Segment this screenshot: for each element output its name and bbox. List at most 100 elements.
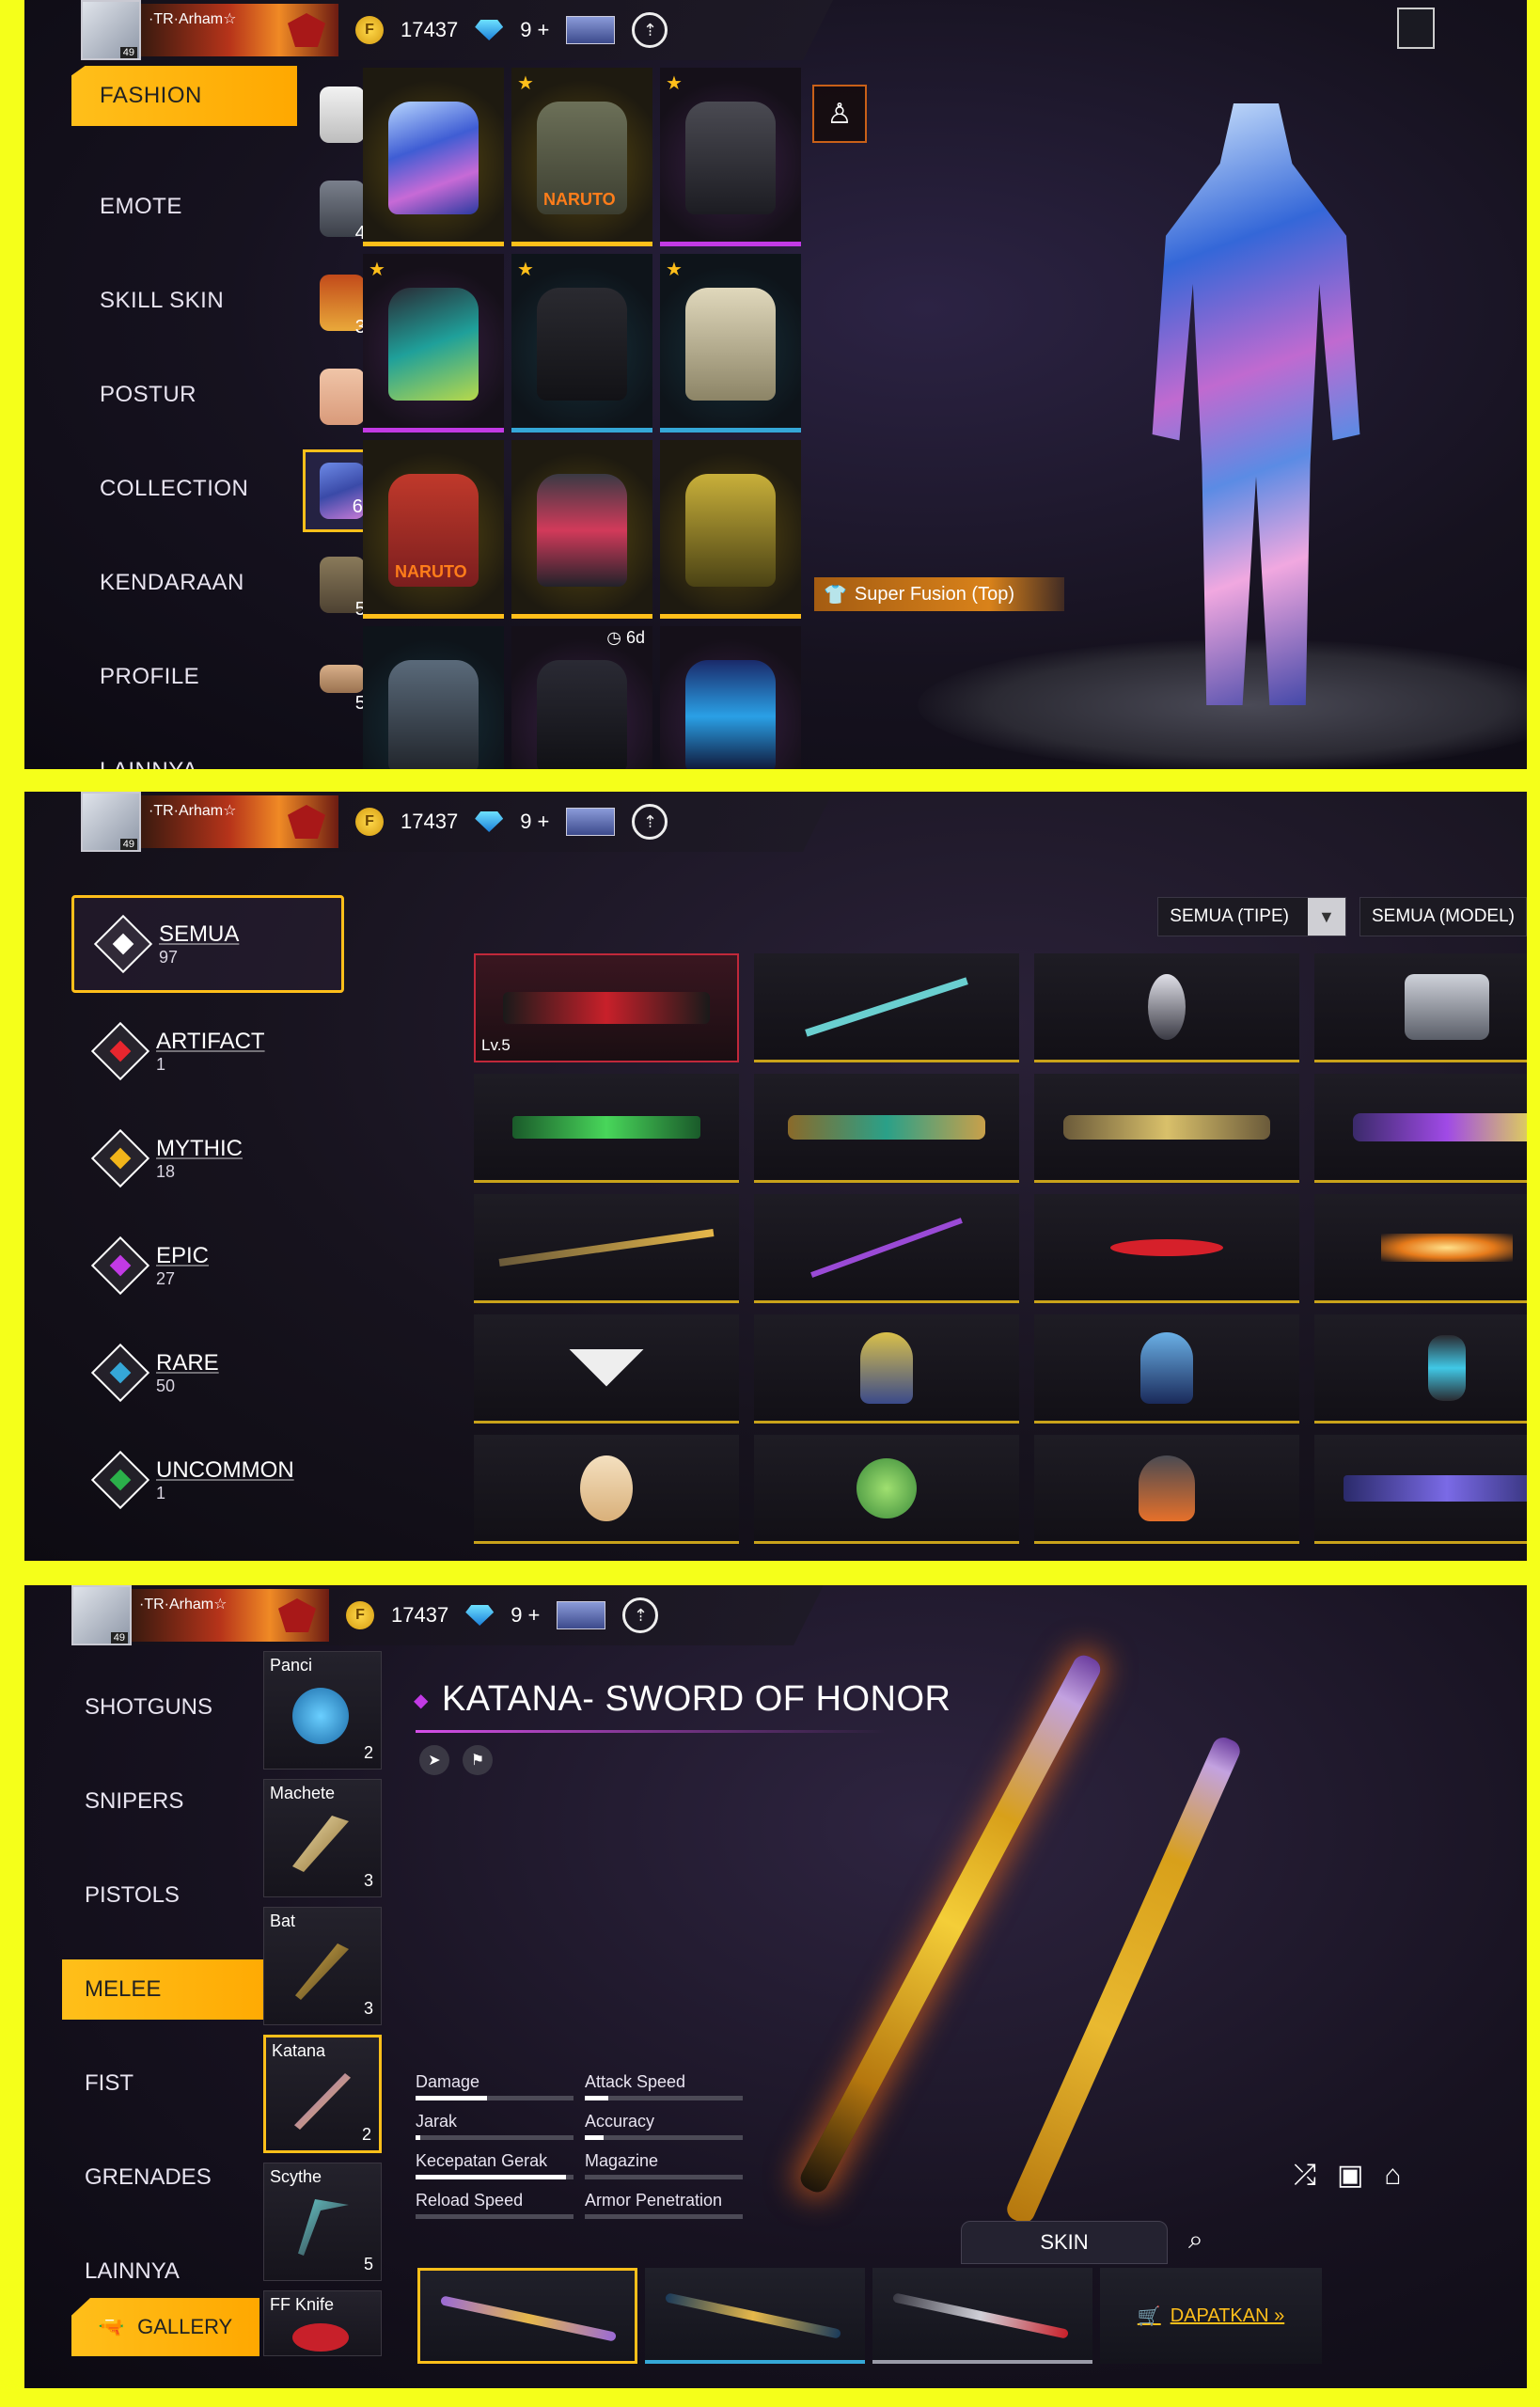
menu-emote[interactable]: EMOTE bbox=[71, 160, 297, 254]
collection-item[interactable] bbox=[1034, 1435, 1299, 1544]
fashion-item[interactable]: NARUTO bbox=[363, 440, 504, 619]
menu-fashion[interactable]: FASHION bbox=[71, 66, 297, 126]
speed-tag-icon[interactable]: ➤ bbox=[419, 1745, 449, 1775]
menu-kendaraan[interactable]: KENDARAAN bbox=[71, 536, 297, 630]
menu-skill-skin[interactable]: SKILL SKIN bbox=[71, 254, 297, 348]
gallery-label: GALLERY bbox=[137, 2315, 233, 2338]
chevron-down-icon: ▼ bbox=[1307, 898, 1345, 936]
fashion-item[interactable] bbox=[660, 440, 801, 619]
skin-option[interactable] bbox=[645, 2268, 865, 2364]
upload-icon[interactable]: ⇡ bbox=[632, 12, 668, 48]
collection-item[interactable] bbox=[474, 1074, 739, 1183]
fashion-item[interactable]: ★ bbox=[660, 68, 801, 246]
collection-item[interactable] bbox=[1034, 1314, 1299, 1424]
menu-postur[interactable]: POSTUR bbox=[71, 348, 297, 442]
diamond-count[interactable]: 9 + bbox=[511, 1603, 540, 1628]
player-banner[interactable]: ·TR·Arham☆ bbox=[141, 4, 338, 56]
collection-item[interactable] bbox=[1314, 953, 1527, 1062]
rarity-epic[interactable]: EPIC 27 bbox=[71, 1217, 344, 1314]
collection-item[interactable] bbox=[474, 1194, 739, 1303]
melee-item-ff-knife[interactable]: FF Knife bbox=[263, 2290, 382, 2356]
model-filter-dropdown[interactable]: SEMUA (MODEL) bbox=[1359, 897, 1527, 936]
collection-item[interactable] bbox=[754, 1194, 1019, 1303]
timer-value: 6d bbox=[625, 628, 645, 647]
collection-item[interactable] bbox=[754, 953, 1019, 1062]
skin-option[interactable] bbox=[872, 2268, 1092, 2364]
avatar[interactable]: 49 bbox=[71, 1585, 132, 1645]
skin-option[interactable] bbox=[417, 2268, 637, 2364]
menu-shotguns[interactable]: SHOTGUNS bbox=[62, 1660, 288, 1754]
melee-item-name: FF Knife bbox=[270, 2295, 335, 2314]
collection-item[interactable] bbox=[1034, 1194, 1299, 1303]
melee-item-machete[interactable]: Machete 3 bbox=[263, 1779, 382, 1897]
toggle-icon[interactable]: ▣ bbox=[1337, 2159, 1363, 2192]
melee-item-katana[interactable]: Katana 2 bbox=[263, 2035, 382, 2153]
upload-icon[interactable]: ⇡ bbox=[622, 1597, 659, 1633]
shuffle-icon[interactable]: ⤮ bbox=[1294, 2160, 1316, 2192]
fashion-item[interactable] bbox=[660, 626, 801, 769]
player-banner[interactable]: ·TR·Arham☆ bbox=[132, 1589, 329, 1642]
collection-item[interactable] bbox=[754, 1074, 1019, 1183]
fashion-item[interactable]: ★ NARUTO bbox=[511, 68, 652, 246]
diamond-count[interactable]: 9 + bbox=[520, 810, 549, 834]
katana-sheath-preview[interactable] bbox=[1003, 1734, 1244, 2226]
collection-item[interactable] bbox=[1034, 953, 1299, 1062]
melee-item-bat[interactable]: Bat 3 bbox=[263, 1907, 382, 2025]
menu-snipers[interactable]: SNIPERS bbox=[62, 1754, 288, 1849]
upload-icon[interactable]: ⇡ bbox=[632, 804, 668, 840]
elite-pass-icon[interactable] bbox=[566, 808, 616, 836]
collection-item[interactable] bbox=[1314, 1194, 1527, 1303]
collection-item[interactable] bbox=[754, 1435, 1019, 1544]
collection-item[interactable] bbox=[1314, 1435, 1527, 1544]
collection-item[interactable] bbox=[1034, 1074, 1299, 1183]
collection-item[interactable] bbox=[474, 1435, 739, 1544]
fashion-item[interactable]: ★ bbox=[511, 254, 652, 433]
melee-item-scythe[interactable]: Scythe 5 bbox=[263, 2163, 382, 2281]
avatar[interactable]: 49 bbox=[81, 0, 141, 60]
get-skin-button[interactable]: 🛒 DAPATKAN » bbox=[1100, 2268, 1322, 2364]
home-icon[interactable]: ⌂ bbox=[1384, 2160, 1401, 2192]
menu-lainnya[interactable]: LAINNYA bbox=[71, 724, 297, 769]
fashion-item[interactable]: ◷ 6d bbox=[511, 626, 652, 769]
elite-pass-icon[interactable] bbox=[566, 16, 616, 44]
mannequin-icon[interactable]: ♙ bbox=[812, 85, 867, 143]
diamond-icon bbox=[465, 1605, 495, 1626]
collection-item[interactable] bbox=[474, 1314, 739, 1424]
rarity-rare[interactable]: RARE 50 bbox=[71, 1324, 344, 1422]
rarity-uncommon[interactable]: UNCOMMON 1 bbox=[71, 1431, 344, 1529]
melee-item-list: Panci 2 Machete 3 Bat 3 Katana 2 Scythe 5 FF … bbox=[263, 1651, 382, 2366]
runner-tag-icon[interactable]: ⚑ bbox=[463, 1745, 493, 1775]
type-filter-dropdown[interactable]: SEMUA (TIPE) ▼ bbox=[1157, 897, 1346, 936]
fashion-item[interactable]: ★ bbox=[660, 254, 801, 433]
elite-pass-icon[interactable] bbox=[557, 1601, 606, 1629]
melee-item-name: Bat bbox=[270, 1911, 296, 1930]
melee-item-panci[interactable]: Panci 2 bbox=[263, 1651, 382, 1770]
rarity-mythic[interactable]: MYTHIC 18 bbox=[71, 1109, 344, 1207]
gallery-button[interactable]: 🔫 GALLERY bbox=[71, 2298, 259, 2356]
stat-bar bbox=[416, 2135, 574, 2140]
collection-item[interactable] bbox=[754, 1314, 1019, 1424]
menu-melee[interactable]: MELEE bbox=[62, 1959, 288, 2020]
search-list-icon[interactable]: ⌕ bbox=[1188, 2225, 1203, 2256]
menu-grenades[interactable]: GRENADES bbox=[62, 2131, 288, 2225]
collection-item[interactable] bbox=[1314, 1314, 1527, 1424]
rarity-semua[interactable]: SEMUA 97 bbox=[71, 895, 344, 993]
collection-item[interactable] bbox=[1314, 1074, 1527, 1183]
skin-tab[interactable]: SKIN bbox=[961, 2221, 1168, 2264]
menu-fist[interactable]: FIST bbox=[62, 2037, 288, 2131]
character-preview[interactable] bbox=[1152, 103, 1360, 705]
player-banner[interactable]: ·TR·Arham☆ bbox=[141, 795, 338, 848]
fashion-item[interactable] bbox=[363, 626, 504, 769]
rarity-artifact[interactable]: ARTIFACT 1 bbox=[71, 1002, 344, 1100]
fashion-item[interactable]: ★ bbox=[363, 254, 504, 433]
menu-pistols[interactable]: PISTOLS bbox=[62, 1849, 288, 1943]
melee-item-name: Panci bbox=[270, 1656, 313, 1675]
fashion-item[interactable] bbox=[511, 440, 652, 619]
menu-collection[interactable]: COLLECTION bbox=[71, 442, 297, 536]
avatar[interactable]: 49 bbox=[81, 792, 141, 852]
menu-profile[interactable]: PROFILE bbox=[71, 630, 297, 724]
fashion-item[interactable] bbox=[363, 68, 504, 246]
diamond-count[interactable]: 9 + bbox=[520, 18, 549, 42]
collection-item[interactable]: Lv.5 bbox=[474, 953, 739, 1062]
profile-card-icon[interactable] bbox=[1397, 8, 1435, 49]
